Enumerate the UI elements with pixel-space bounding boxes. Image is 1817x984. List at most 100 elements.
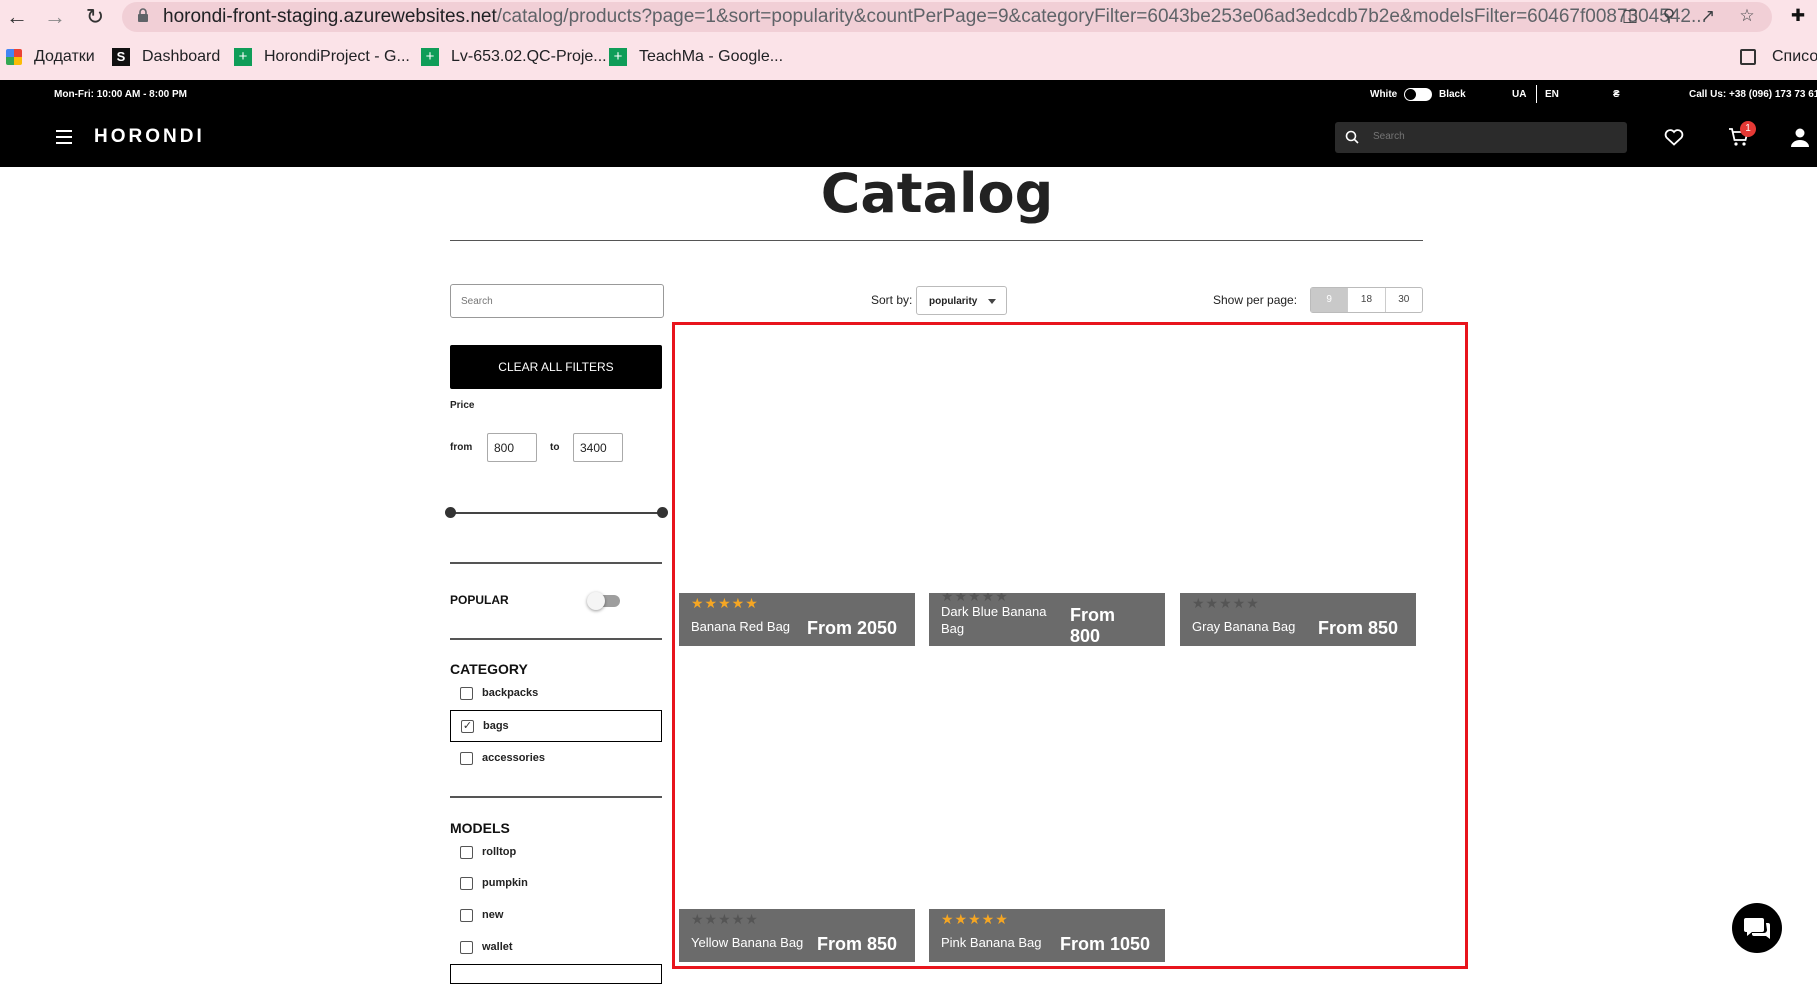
product-card[interactable]: ★★★★★ Gray Banana Bag From 850 (1180, 593, 1416, 646)
rating-stars: ★★★★★ (691, 911, 759, 927)
per-page-option-18[interactable]: 18 (1348, 288, 1386, 312)
model-label: new (482, 909, 504, 921)
price-from-label: from (450, 442, 473, 453)
product-card[interactable]: ★★★★★ Yellow Banana Bag From 850 (679, 909, 915, 962)
title-divider (450, 240, 1423, 241)
extensions-icon[interactable]: ✚ (1788, 6, 1808, 26)
dashboard-s-icon: S (112, 48, 130, 66)
lang-en[interactable]: EN (1545, 89, 1559, 100)
category-title: CATEGORY (450, 661, 528, 677)
model-label: rolltop (482, 846, 517, 858)
theme-toggle[interactable] (1404, 88, 1432, 101)
price-label: Price (450, 400, 475, 411)
zoom-icon[interactable]: ⚲ (1659, 6, 1679, 26)
reading-list-icon (1740, 49, 1756, 65)
reading-list-label: Списо (1772, 48, 1817, 65)
product-price: From 850 (1318, 618, 1399, 638)
lang-divider (1536, 85, 1537, 103)
filter-divider (450, 562, 662, 564)
popular-label: POPULAR (450, 593, 509, 607)
chat-button[interactable] (1732, 903, 1782, 953)
currency-switch[interactable]: ₴ (1613, 89, 1620, 100)
theme-black-label: Black (1439, 89, 1466, 100)
model-item-rolltop[interactable]: rolltop (450, 837, 662, 869)
filter-divider (450, 638, 662, 640)
product-card[interactable]: ★★★★★ Pink Banana Bag From 1050 (929, 909, 1165, 962)
lang-ua[interactable]: UA (1512, 89, 1526, 100)
price-to-label: to (550, 442, 560, 453)
checkbox[interactable] (460, 846, 473, 859)
lock-icon (138, 8, 148, 22)
bookmark-label: TeachMa - Google... (639, 48, 784, 65)
model-item-new[interactable]: new (450, 900, 662, 932)
bookmark-qc-project[interactable]: + Lv-653.02.QC-Proje... (421, 47, 607, 67)
price-slider-min-handle[interactable] (445, 507, 456, 518)
category-item-bags[interactable]: ✓ bags (450, 710, 662, 742)
category-label: bags (483, 720, 509, 732)
bookmark-horondi-project[interactable]: + HorondiProject - G... (234, 47, 410, 67)
translate-icon[interactable]: ◫ (1620, 6, 1640, 26)
forward-arrow-icon[interactable]: → (42, 4, 68, 30)
product-name: Yellow Banana Bag (691, 935, 804, 950)
header-search-input[interactable] (1373, 131, 1613, 142)
model-item-wallet[interactable]: wallet (450, 932, 662, 964)
top-info-bar: Mon-Fri: 10:00 AM - 8:00 PM White Black … (0, 80, 1817, 109)
url-path: /catalog/products?page=1&sort=popularity… (496, 6, 1707, 27)
address-bar-row: ← → ↻ horondi-front-staging.azurewebsite… (0, 0, 1817, 34)
model-label: wallet (482, 941, 513, 953)
product-card[interactable]: ★★★★★ Dark Blue Banana Bag From 800 (929, 593, 1165, 646)
price-slider-max-handle[interactable] (657, 507, 668, 518)
phone-number[interactable]: Call Us: +38 (096) 173 73 61 (1689, 89, 1817, 100)
product-name: Banana Red Bag (691, 619, 791, 634)
model-item-pumpkin[interactable]: pumpkin (450, 868, 662, 900)
bookmark-teachma[interactable]: + TeachMa - Google... (609, 47, 783, 67)
checkbox[interactable] (460, 752, 473, 765)
bookmark-apps[interactable]: Додатки (6, 47, 95, 67)
chat-bubble-icon (1744, 918, 1770, 939)
rating-stars: ★★★★★ (941, 911, 1009, 927)
bookmark-label: HorondiProject - G... (264, 48, 410, 65)
category-label: accessories (482, 752, 545, 764)
category-item-accessories[interactable]: accessories (450, 743, 662, 775)
reading-list[interactable]: Списо (1740, 47, 1817, 67)
checkbox-checked[interactable]: ✓ (461, 720, 474, 733)
product-card[interactable]: ★★★★★ Banana Red Bag From 2050 (679, 593, 915, 646)
url-text[interactable]: horondi-front-staging.azurewebsites.net/… (163, 6, 1707, 28)
site-header: HORONDI 1 (0, 109, 1817, 167)
header-search[interactable] (1335, 122, 1627, 153)
theme-white-label: White (1370, 89, 1398, 100)
price-to-input[interactable]: 3400 (573, 433, 623, 462)
site-logo[interactable]: HORONDI (94, 126, 205, 148)
popular-toggle[interactable] (587, 592, 620, 610)
chevron-down-icon (988, 299, 996, 304)
back-arrow-icon[interactable]: ← (4, 4, 30, 30)
per-page-option-30[interactable]: 30 (1386, 288, 1422, 312)
price-from-input[interactable]: 800 (487, 433, 537, 462)
checkbox[interactable] (460, 909, 473, 922)
wishlist-heart-icon[interactable] (1664, 128, 1684, 146)
category-item-backpacks[interactable]: backpacks (450, 678, 662, 710)
checkbox[interactable] (460, 941, 473, 954)
reload-icon[interactable]: ↻ (82, 4, 108, 30)
product-price: From 850 (817, 934, 898, 954)
product-name: Pink Banana Bag (941, 935, 1042, 950)
product-name: Gray Banana Bag (1192, 619, 1296, 634)
rating-stars: ★★★★★ (941, 593, 1009, 604)
catalog-search-input[interactable] (450, 284, 664, 318)
share-icon[interactable]: ↗ (1698, 6, 1718, 26)
menu-burger-icon[interactable] (56, 130, 72, 144)
product-price: From 1050 (1060, 934, 1151, 954)
model-label: pumpkin (482, 877, 528, 889)
bookmark-star-icon[interactable]: ☆ (1737, 6, 1757, 26)
product-price: From 2050 (807, 618, 898, 638)
model-item-selected-partial[interactable] (450, 964, 662, 984)
per-page-option-9[interactable]: 9 (1311, 288, 1349, 312)
checkbox[interactable] (460, 687, 473, 700)
rating-stars: ★★★★★ (691, 595, 759, 611)
bookmark-dashboard[interactable]: S Dashboard (112, 47, 220, 67)
checkbox[interactable] (460, 877, 473, 890)
bookmark-label: Dashboard (142, 48, 221, 65)
clear-all-filters-button[interactable]: CLEAR ALL FILTERS (450, 345, 662, 389)
price-slider-track[interactable] (450, 512, 662, 514)
user-account-icon[interactable] (1790, 127, 1810, 147)
